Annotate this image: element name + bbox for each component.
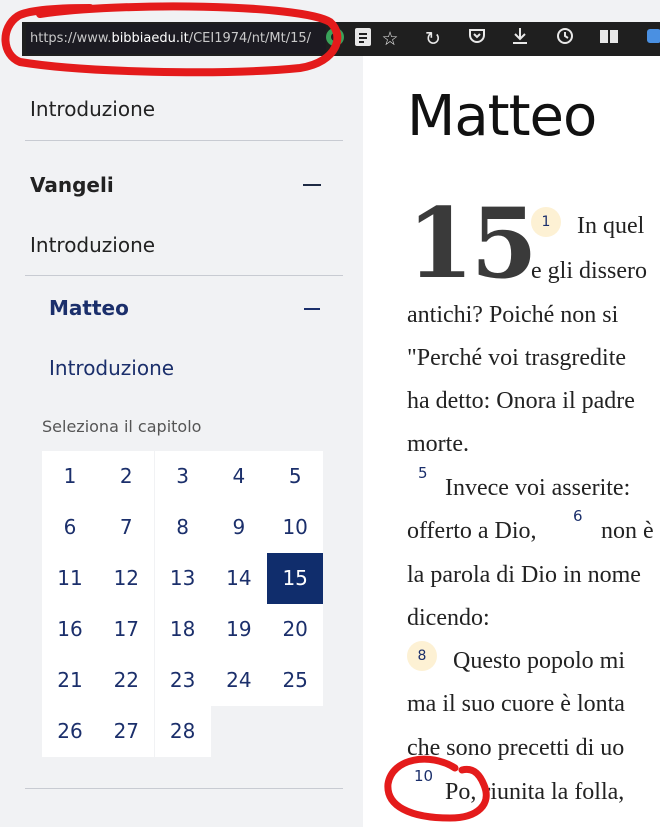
chapter-button-28[interactable]: 28 bbox=[154, 706, 211, 757]
verse-number[interactable]: 8 bbox=[407, 641, 437, 671]
text-line: Invece voi asserite: bbox=[445, 475, 631, 501]
pocket-icon[interactable] bbox=[464, 26, 490, 52]
chapter-button-10[interactable]: 10 bbox=[267, 502, 324, 553]
chapter-button-16[interactable]: 16 bbox=[42, 604, 98, 655]
text-line: morte. bbox=[407, 431, 469, 457]
chapter-button-22[interactable]: 22 bbox=[98, 655, 155, 706]
text-line: antichi? Poiché non si bbox=[407, 302, 619, 328]
chapter-button-25[interactable]: 25 bbox=[267, 655, 324, 706]
url-path: /CEI1974/nt/Mt/15/ bbox=[188, 31, 312, 46]
history-icon[interactable] bbox=[551, 26, 577, 52]
text-line: ma il suo cuore è lonta bbox=[407, 691, 625, 717]
text-line: In quel bbox=[577, 213, 645, 239]
sidebar-intro-link[interactable]: Introduzione bbox=[30, 97, 155, 121]
chapter-button-5[interactable]: 5 bbox=[267, 451, 324, 502]
verse-number[interactable]: 1 bbox=[531, 207, 561, 237]
chapter-button-3[interactable]: 3 bbox=[154, 451, 211, 502]
extension-icon[interactable] bbox=[322, 26, 348, 52]
reload-icon[interactable]: ↻ bbox=[420, 26, 446, 52]
sidebar-section-vangeli[interactable]: Vangeli bbox=[30, 173, 114, 197]
verse-number[interactable]: 5 bbox=[418, 464, 428, 482]
chapter-button-4[interactable]: 4 bbox=[210, 451, 267, 502]
chapter-button-18[interactable]: 18 bbox=[154, 604, 211, 655]
verse-number[interactable]: 6 bbox=[573, 507, 583, 525]
book-title: Matteo bbox=[407, 84, 597, 149]
chapter-button-20[interactable]: 20 bbox=[267, 604, 324, 655]
text-line: Po, riunita la folla, bbox=[445, 779, 625, 805]
chapter-button-17[interactable]: 17 bbox=[98, 604, 155, 655]
sidebar-book-matteo[interactable]: Matteo bbox=[49, 296, 129, 320]
text-line: Questo popolo mi bbox=[453, 648, 625, 674]
chapter-number: 15 bbox=[407, 187, 538, 300]
text-line: che sono precetti di uo bbox=[407, 735, 625, 761]
text-line: ha detto: Onora il padre bbox=[407, 388, 635, 414]
text-line: e gli dissero bbox=[531, 258, 647, 284]
collapse-section-icon[interactable] bbox=[303, 184, 321, 186]
chapter-button-7[interactable]: 7 bbox=[98, 502, 155, 553]
chapter-button-2[interactable]: 2 bbox=[98, 451, 155, 502]
text-line: "Perché voi trasgredite bbox=[407, 345, 627, 371]
divider bbox=[25, 275, 343, 276]
sidebar-book-intro-link[interactable]: Introduzione bbox=[49, 356, 174, 380]
text-line: la parola di Dio in nome bbox=[407, 562, 641, 588]
chapter-button-1[interactable]: 1 bbox=[42, 451, 98, 502]
reader-icon[interactable] bbox=[350, 26, 376, 52]
text-line: dicendo: bbox=[407, 605, 490, 631]
chapter-button-8[interactable]: 8 bbox=[154, 502, 211, 553]
chapter-button-23[interactable]: 23 bbox=[154, 655, 211, 706]
verse-number[interactable]: 10 bbox=[414, 767, 433, 785]
chapter-button-24[interactable]: 24 bbox=[210, 655, 267, 706]
sync-icon[interactable] bbox=[644, 26, 660, 52]
url-domain: bibbiaedu.it bbox=[111, 31, 189, 46]
text-line: non è bbox=[601, 518, 654, 544]
star-icon[interactable]: ☆ bbox=[377, 26, 403, 52]
chapter-button-21[interactable]: 21 bbox=[42, 655, 98, 706]
chapter-button-12[interactable]: 12 bbox=[98, 553, 155, 604]
chapter-button-6[interactable]: 6 bbox=[42, 502, 98, 553]
chapter-button-19[interactable]: 19 bbox=[210, 604, 267, 655]
sidebar-section-intro-link[interactable]: Introduzione bbox=[30, 233, 155, 257]
download-icon[interactable] bbox=[507, 26, 533, 52]
text-line: offerto a Dio, bbox=[407, 518, 537, 544]
collapse-book-icon[interactable] bbox=[304, 308, 320, 310]
divider bbox=[25, 140, 343, 141]
url-prefix: https://www. bbox=[30, 31, 112, 46]
chapter-button-26[interactable]: 26 bbox=[42, 706, 98, 757]
chapter-button-11[interactable]: 11 bbox=[42, 553, 98, 604]
chapter-select-label: Seleziona il capitolo bbox=[42, 417, 202, 436]
divider bbox=[25, 788, 343, 789]
address-url[interactable]: https://www.bibbiaedu.it/CEI1974/nt/Mt/1… bbox=[30, 31, 311, 46]
library-icon[interactable] bbox=[596, 26, 622, 52]
chapter-button-27[interactable]: 27 bbox=[98, 706, 155, 757]
chapter-button-13[interactable]: 13 bbox=[154, 553, 211, 604]
chapter-button-14[interactable]: 14 bbox=[210, 553, 267, 604]
chapter-button-9[interactable]: 9 bbox=[210, 502, 267, 553]
chapter-grid: 1 2 3 4 5 6 7 8 9 10 11 12 13 14 15 16 17 18 19 20 21 22 23 24 2… bbox=[42, 451, 324, 757]
chapter-button-15[interactable]: 15 bbox=[267, 553, 324, 604]
